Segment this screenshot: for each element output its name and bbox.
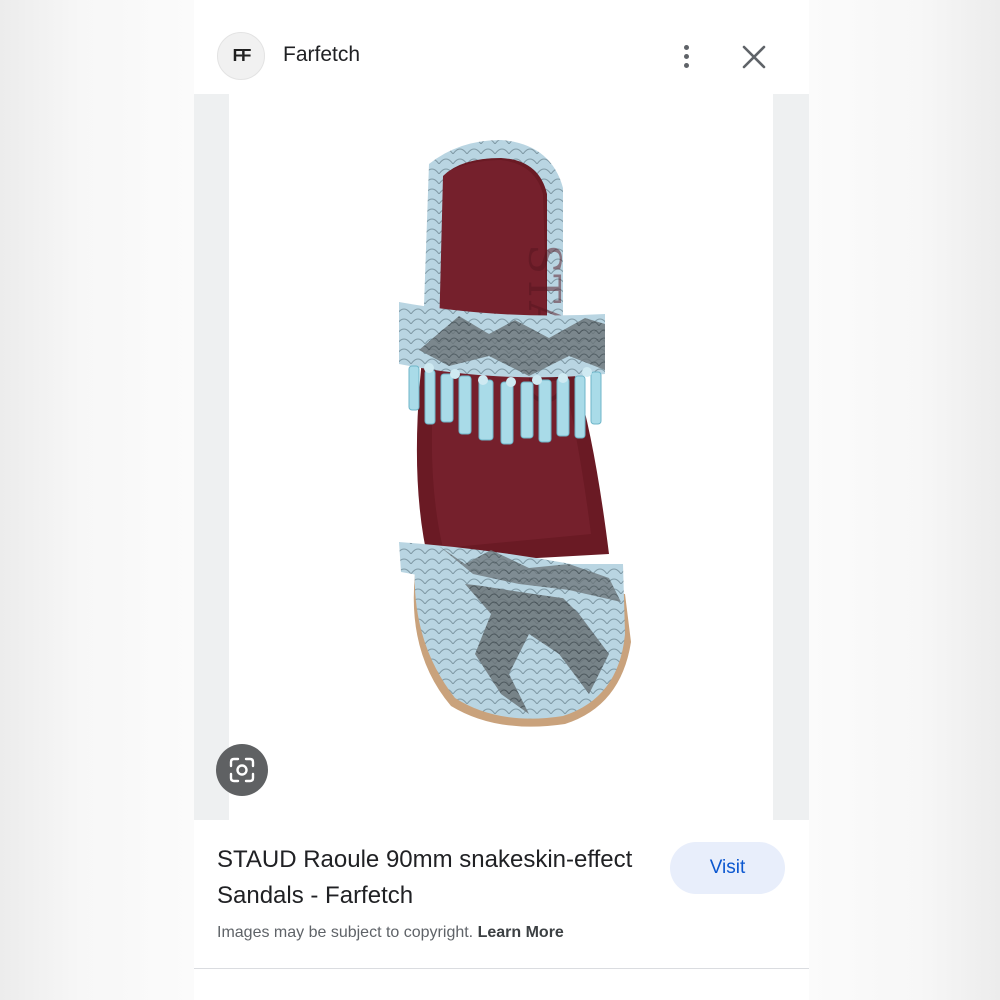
- farfetch-logo-icon[interactable]: FF: [217, 32, 265, 80]
- site-icon-text: FF: [232, 45, 252, 66]
- sandal-image: STAUD: [399, 140, 631, 727]
- viewer-header: FF Farfetch: [194, 0, 809, 94]
- close-button[interactable]: [735, 38, 773, 76]
- result-title[interactable]: STAUD Raoule 90mm snakeskin-effect Sanda…: [217, 842, 637, 914]
- copyright-text: Images may be subject to copyright.: [217, 924, 474, 941]
- result-info: STAUD Raoule 90mm snakeskin-effect Sanda…: [194, 820, 809, 970]
- product-image[interactable]: STAUD: [229, 94, 773, 820]
- more-vertical-icon: [683, 44, 689, 50]
- image-area: STAUD: [194, 94, 809, 820]
- lens-search-button[interactable]: [216, 744, 268, 796]
- close-icon: [742, 45, 766, 69]
- learn-more-link[interactable]: Learn More: [478, 924, 564, 941]
- lens-search-icon: [229, 757, 255, 783]
- visit-button[interactable]: Visit: [670, 842, 785, 894]
- site-name[interactable]: Farfetch: [283, 43, 360, 67]
- divider: [194, 968, 809, 969]
- image-viewer-panel: FF Farfetch STAUD Raoule 90mm snakeskin-…: [194, 0, 809, 1000]
- more-options-button[interactable]: [668, 38, 704, 74]
- copyright-notice: Images may be subject to copyright. Lear…: [217, 924, 564, 942]
